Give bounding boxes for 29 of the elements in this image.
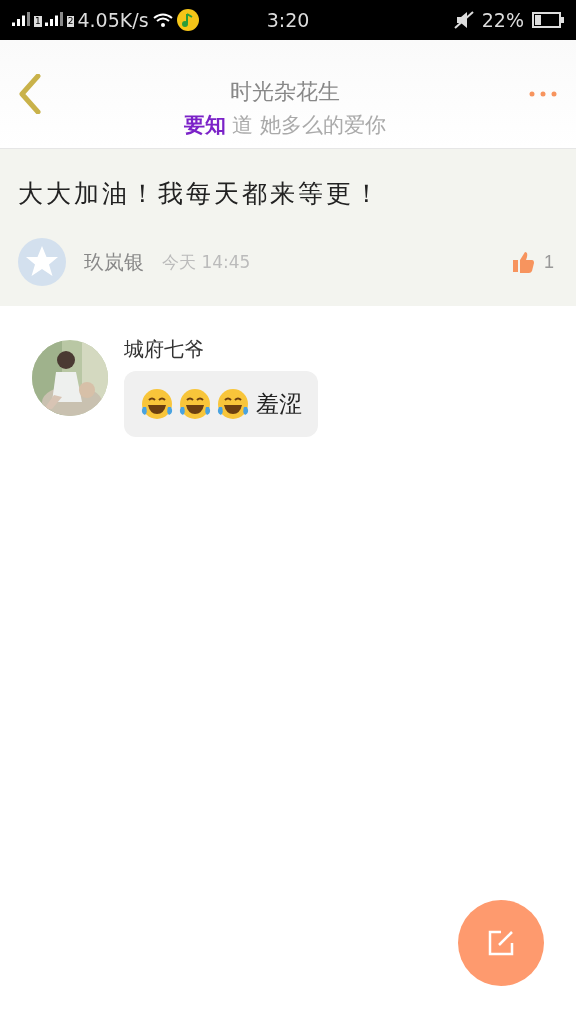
post-text: 大大加油！我每天都来等更！ xyxy=(18,178,383,210)
battery-icon xyxy=(532,12,564,28)
music-note-icon xyxy=(176,9,199,31)
like-button[interactable]: 1 xyxy=(508,247,558,277)
signal-icon xyxy=(12,12,31,28)
post-time: 今天 14:45 xyxy=(162,250,252,274)
battery-percent: 22% xyxy=(481,9,524,31)
subtitle-text: 道 她多么的爱你 xyxy=(232,112,386,139)
like-count: 1 xyxy=(544,251,554,273)
subtitle-highlight: 要知 xyxy=(184,112,227,139)
edit-icon xyxy=(487,929,515,957)
avatar-icon xyxy=(18,238,66,286)
laughing-face-icon xyxy=(140,387,174,421)
clock-time: 3:20 xyxy=(266,9,310,31)
laughing-face-icon xyxy=(216,387,250,421)
back-icon xyxy=(18,74,42,114)
signal-icon xyxy=(44,12,64,28)
sim-label: 2 xyxy=(66,16,75,27)
user-name: 城府七爷 xyxy=(124,336,204,363)
mute-icon xyxy=(453,11,474,29)
thumbs-up-icon xyxy=(512,251,534,273)
network-speed: 4.05K/s xyxy=(77,9,149,31)
page-title: 时光杂花生 xyxy=(230,78,340,106)
author-name: 玖岚银 xyxy=(84,248,144,276)
sim-label: 1 xyxy=(34,16,42,27)
laughing-face-icon xyxy=(178,387,212,421)
more-icon xyxy=(528,90,558,98)
reply-text: 羞涩 xyxy=(256,389,302,419)
wifi-icon xyxy=(151,12,174,28)
